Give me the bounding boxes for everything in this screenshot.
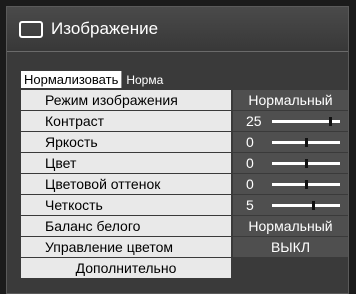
color-management-value[interactable]: ВЫКЛ (233, 237, 348, 257)
brightness-slider[interactable]: 0 (233, 132, 348, 152)
brightness-row[interactable]: Яркость 0 (21, 132, 348, 152)
sharpness-track[interactable] (272, 200, 340, 210)
menu-title: Изображение (51, 19, 159, 38)
brightness-thumb[interactable] (305, 137, 308, 147)
norma-label: Норма (126, 72, 164, 87)
color-slider[interactable]: 0 (233, 153, 348, 173)
picture-mode-value[interactable]: Нормальный (233, 90, 348, 110)
brightness-value: 0 (246, 134, 254, 150)
brightness-track[interactable] (272, 137, 340, 147)
contrast-thumb[interactable] (328, 116, 332, 126)
sharpness-row[interactable]: Четкость 5 (21, 195, 348, 215)
color-label: Цвет (21, 153, 231, 173)
contrast-slider[interactable]: 25 (233, 111, 348, 131)
advanced-row[interactable]: Дополнительно (21, 258, 348, 278)
menu-title-bar: Изображение (7, 7, 348, 52)
tint-value: 0 (246, 176, 254, 192)
tint-label: Цветовой оттенок (21, 174, 231, 194)
contrast-track[interactable] (272, 116, 340, 126)
white-balance-label: Баланс белого (21, 216, 231, 236)
tint-thumb[interactable] (305, 179, 308, 189)
advanced-button[interactable]: Дополнительно (21, 258, 231, 278)
tint-row[interactable]: Цветовой оттенок 0 (21, 174, 348, 194)
color-value: 0 (246, 155, 254, 171)
normalize-bar: Нормализовать Норма (21, 71, 163, 88)
advanced-spacer (233, 258, 348, 278)
picture-mode-label: Режим изображения (21, 90, 231, 110)
contrast-label: Контраст (21, 111, 231, 131)
picture-menu: Изображение Нормализовать Норма Режим из… (6, 6, 349, 294)
color-management-row[interactable]: Управление цветом ВЫКЛ (21, 237, 348, 257)
white-balance-row[interactable]: Баланс белого Нормальный (21, 216, 348, 236)
sharpness-value: 5 (246, 197, 254, 213)
color-thumb[interactable] (305, 158, 308, 168)
color-management-label: Управление цветом (21, 237, 231, 257)
sharpness-thumb[interactable] (311, 200, 315, 210)
sharpness-slider[interactable]: 5 (233, 195, 348, 215)
normalize-button[interactable]: Нормализовать (21, 71, 123, 88)
brightness-label: Яркость (21, 132, 231, 152)
contrast-row[interactable]: Контраст 25 (21, 111, 348, 131)
contrast-value: 25 (246, 113, 262, 129)
picture-icon (19, 20, 43, 38)
tint-track[interactable] (272, 179, 340, 189)
color-track[interactable] (272, 158, 340, 168)
settings-list: Режим изображения Нормальный Контраст 25… (21, 90, 348, 279)
tint-slider[interactable]: 0 (233, 174, 348, 194)
sharpness-label: Четкость (21, 195, 231, 215)
picture-mode-row[interactable]: Режим изображения Нормальный (21, 90, 348, 110)
color-row[interactable]: Цвет 0 (21, 153, 348, 173)
white-balance-value[interactable]: Нормальный (233, 216, 348, 236)
